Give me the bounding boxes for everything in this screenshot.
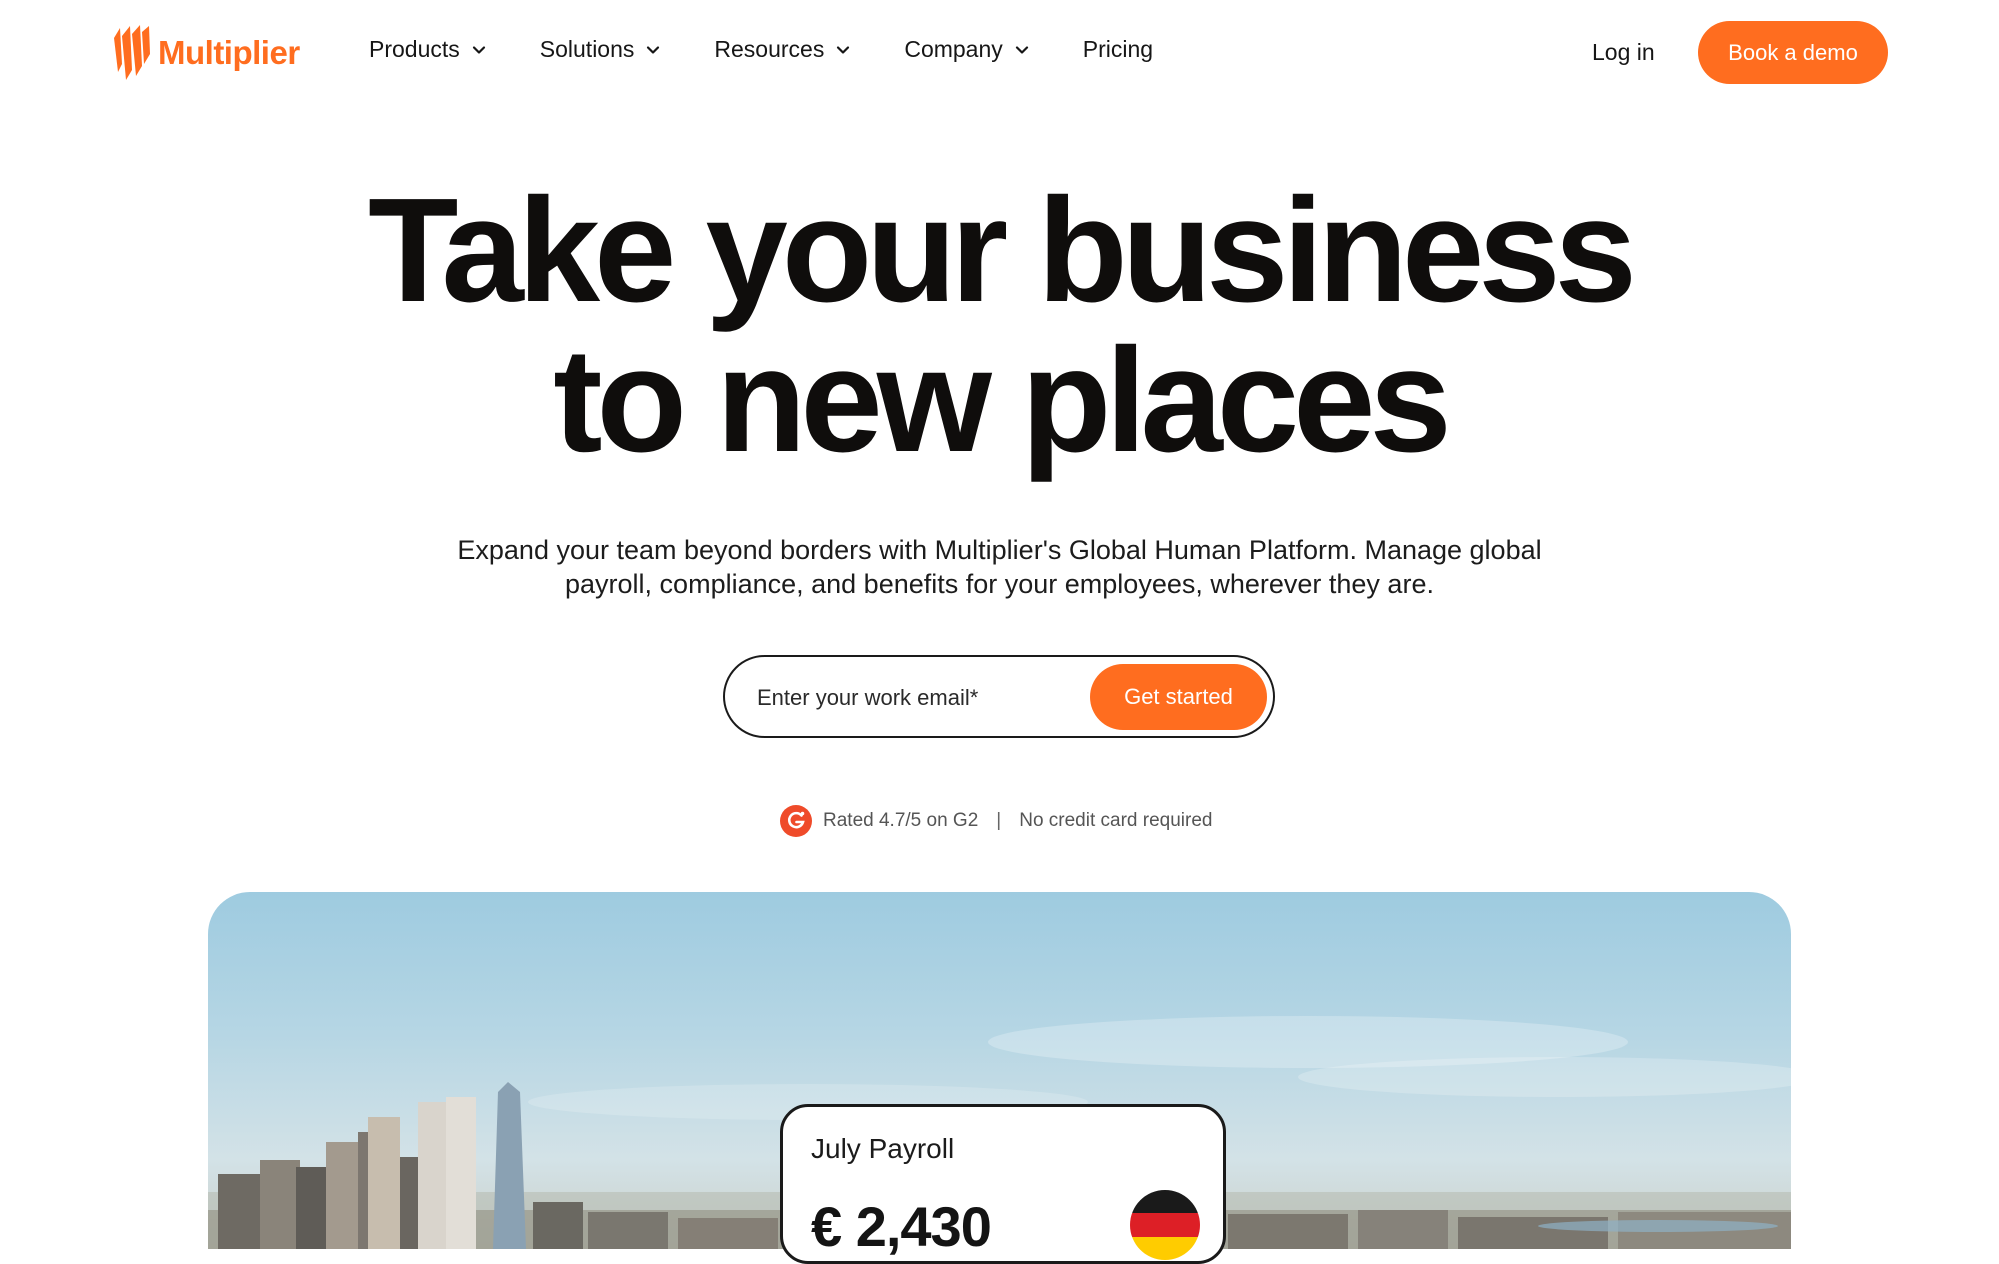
payroll-card-title: July Payroll [811,1133,955,1164]
site-header: Multiplier Products Solutions Resources … [0,0,1999,108]
chevron-down-icon [647,45,660,54]
nav-resources[interactable]: Resources [714,36,850,63]
nav-resources-label: Resources [714,36,825,62]
nav-pricing[interactable]: Pricing [1083,36,1153,63]
rating-text: Rated 4.7/5 on G2 [823,810,979,831]
no-credit-card-note: No credit card required [1019,810,1213,831]
book-demo-button[interactable]: Book a demo [1698,21,1888,84]
hero-title-line2: to new places [553,318,1452,483]
hero-subtitle: Expand your team beyond borders with Mul… [457,535,1542,599]
hero-title-line1: Take your business [368,168,1637,333]
payroll-card: July Payroll € 2,430 [780,1104,1226,1264]
multiplier-logo-icon [114,25,150,80]
g2-icon [780,805,812,837]
germany-flag-icon [1130,1190,1200,1260]
rating-row: Rated 4.7/5 on G2 | No credit card requi… [779,804,1212,838]
chevron-down-icon [1015,45,1028,54]
nav-company[interactable]: Company [904,36,1028,63]
nav-solutions-label: Solutions [539,36,635,62]
chevron-down-icon [837,45,850,54]
main-nav: Products Solutions Resources Company Pri… [369,36,1153,63]
login-link[interactable]: Log in [1592,39,1655,66]
chevron-down-icon [472,45,485,54]
rating-separator: | [996,810,1002,831]
get-started-button[interactable]: Get started [1090,664,1267,730]
nav-company-label: Company [904,36,1003,62]
nav-products[interactable]: Products [369,36,486,63]
hero-title: Take your business to new places [0,176,1999,476]
nav-pricing-label: Pricing [1082,36,1154,62]
email-input[interactable] [757,679,1057,717]
payroll-amount: € 2,430 [811,1195,992,1258]
signup-form: Get started [723,655,1275,738]
nav-solutions[interactable]: Solutions [540,36,661,63]
logo[interactable]: Multiplier [110,24,300,82]
nav-products-label: Products [369,36,460,62]
logo-text: Multiplier [158,34,300,71]
